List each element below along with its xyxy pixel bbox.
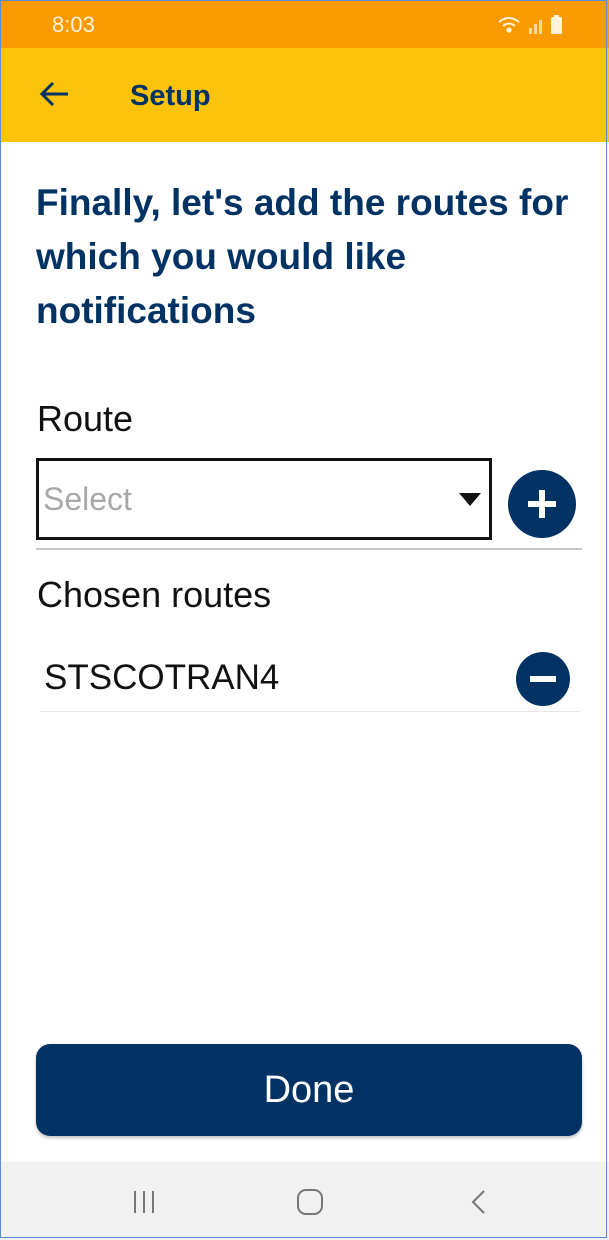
- back-icon[interactable]: [460, 1182, 500, 1222]
- home-icon[interactable]: [290, 1182, 330, 1222]
- chosen-route-item: STSCOTRAN4: [40, 640, 580, 712]
- done-button[interactable]: Done: [36, 1044, 582, 1136]
- route-select-placeholder: Select: [43, 481, 132, 517]
- wifi-icon: [498, 17, 520, 33]
- plus-circle-icon: [528, 490, 556, 518]
- status-icons: [498, 15, 562, 34]
- system-nav-bar: [0, 1162, 609, 1240]
- battery-icon: [551, 15, 562, 34]
- caret-down-icon: [459, 493, 481, 506]
- status-time: 8:03: [52, 12, 95, 37]
- remove-route-button[interactable]: [516, 652, 570, 706]
- divider: [36, 548, 582, 550]
- recent-apps-icon[interactable]: [124, 1182, 164, 1222]
- back-arrow-icon[interactable]: [38, 76, 74, 112]
- page-heading: Finally, let's add the routes for which …: [36, 182, 569, 331]
- app-bar: Setup: [0, 48, 609, 142]
- signal-icon: [529, 20, 542, 34]
- chosen-routes-label: Chosen routes: [37, 574, 272, 615]
- route-select[interactable]: Select: [36, 458, 492, 540]
- add-route-button[interactable]: [508, 470, 576, 538]
- route-label: Route: [37, 398, 134, 439]
- app-title: Setup: [130, 80, 211, 112]
- chosen-route-name: STSCOTRAN4: [44, 658, 280, 697]
- status-bar: 8:03: [0, 0, 609, 48]
- minus-circle-icon: [530, 676, 556, 682]
